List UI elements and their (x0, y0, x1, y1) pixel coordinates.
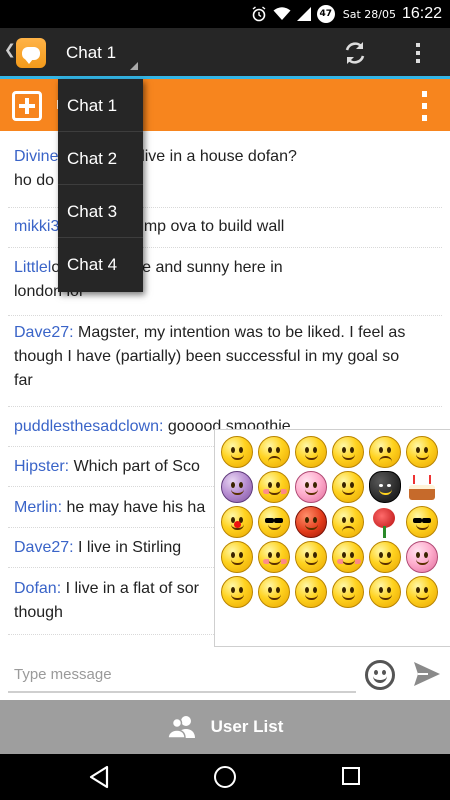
angry-devil-icon[interactable] (295, 506, 327, 538)
home-icon[interactable] (214, 766, 236, 788)
users-icon (166, 716, 195, 739)
happy-icon[interactable] (369, 541, 401, 573)
dropdown-item-chat-4[interactable]: Chat 4 (58, 238, 143, 291)
dropdown-item-chat-2[interactable]: Chat 2 (58, 132, 143, 185)
add-room-button[interactable] (12, 91, 42, 121)
wink-kiss-icon[interactable] (258, 471, 290, 503)
spinner-caret-icon (130, 62, 138, 70)
message-text: Magster, my intention was to be liked. I… (73, 324, 406, 341)
user-list-button[interactable]: User List (0, 700, 450, 754)
message-username[interactable]: Merlin: (14, 499, 62, 516)
message-username[interactable]: puddlesthesadclown: (14, 418, 163, 435)
system-nav-bar (0, 754, 450, 800)
message-text: Which part of Sco (69, 458, 200, 475)
status-time: 16:22 (401, 5, 442, 22)
clown-icon[interactable] (221, 506, 253, 538)
message-username[interactable]: Dave27: (14, 324, 74, 341)
emoji-panel (214, 429, 450, 647)
message-text: ho do (14, 172, 55, 189)
message-text: though I have (partially) been successfu… (14, 348, 400, 365)
status-icons: 47 Sat 28/05 16:22 (251, 4, 442, 24)
alarm-icon (252, 6, 266, 22)
signal-icon (296, 7, 311, 21)
eye-roll-icon[interactable] (332, 576, 364, 608)
grimace-icon[interactable] (332, 471, 364, 503)
pink-blush-icon[interactable] (406, 541, 438, 573)
thinking-icon[interactable] (295, 576, 327, 608)
refresh-icon[interactable] (340, 38, 370, 68)
action-bar: ❮ Chat 1 (0, 28, 450, 76)
room-menu-icon[interactable] (416, 91, 432, 121)
emoji-grid (221, 436, 447, 611)
batman-icon[interactable] (369, 471, 401, 503)
dropdown-item-chat-1[interactable]: Chat 1 (58, 79, 143, 132)
chat-spinner-label: Chat 1 (66, 43, 117, 62)
shocked-icon[interactable] (369, 576, 401, 608)
tongue-out-icon[interactable] (406, 436, 438, 468)
zombie-icon[interactable] (258, 576, 290, 608)
up-caret-icon[interactable]: ❮ (4, 42, 16, 58)
birthday-cake-icon[interactable] (406, 471, 438, 503)
message-username[interactable]: Dofan: (14, 580, 61, 597)
dizzy-icon[interactable] (221, 541, 253, 573)
status-bar: 47 Sat 28/05 16:22 (0, 0, 450, 28)
heart-eyes-icon[interactable] (295, 541, 327, 573)
overflow-menu-icon[interactable] (408, 38, 428, 68)
party-icon[interactable] (221, 576, 253, 608)
message-username[interactable]: Divine (14, 148, 58, 165)
message-username[interactable]: mikki3 (14, 218, 59, 235)
rose-icon[interactable] (369, 506, 401, 538)
grin-icon[interactable] (221, 436, 253, 468)
input-bar (0, 647, 450, 700)
message-username[interactable]: Dave27: (14, 539, 74, 556)
blush-icon[interactable] (258, 541, 290, 573)
kiss-icon[interactable] (332, 541, 364, 573)
status-date: Sat 28/05 (342, 7, 396, 21)
teeth-grin-icon[interactable] (332, 436, 364, 468)
sweat-icon[interactable] (295, 471, 327, 503)
wifi-icon (273, 7, 291, 20)
smirk-icon[interactable] (295, 436, 327, 468)
back-icon[interactable] (88, 765, 110, 789)
dropdown-item-chat-3[interactable]: Chat 3 (58, 185, 143, 238)
message-item: Dave27: Magster, my intention was to be … (8, 321, 442, 407)
emoji-toggle-icon[interactable] (365, 660, 395, 690)
message-text: he may have his ha (62, 499, 206, 516)
recents-icon[interactable] (342, 767, 360, 785)
send-icon[interactable] (412, 660, 442, 688)
chat-spinner[interactable]: Chat 1 (58, 34, 142, 74)
message-text: I live in a flat of sor (61, 580, 199, 597)
crying-icon[interactable] (369, 436, 401, 468)
message-username[interactable]: Hipster: (14, 458, 69, 475)
app-logo-icon[interactable] (16, 38, 46, 68)
skeleton-icon[interactable] (406, 576, 438, 608)
battery-indicator: 47 (316, 5, 335, 23)
message-text: though (14, 604, 63, 621)
sad-icon[interactable] (332, 506, 364, 538)
message-username[interactable]: Littlel (14, 259, 51, 276)
worried-icon[interactable] (258, 436, 290, 468)
screen: 47 Sat 28/05 16:22 ❮ Chat 1 nds Divines:… (0, 0, 450, 800)
message-input[interactable] (8, 657, 356, 693)
user-list-label: User List (210, 717, 284, 736)
nerd-icon[interactable] (406, 506, 438, 538)
message-text: I live in Stirling (73, 539, 182, 556)
message-text: far (14, 372, 33, 389)
sick-purple-icon[interactable] (221, 471, 253, 503)
sunglasses-icon[interactable] (258, 506, 290, 538)
chat-dropdown: Chat 1 Chat 2 Chat 3 Chat 4 (58, 79, 143, 292)
